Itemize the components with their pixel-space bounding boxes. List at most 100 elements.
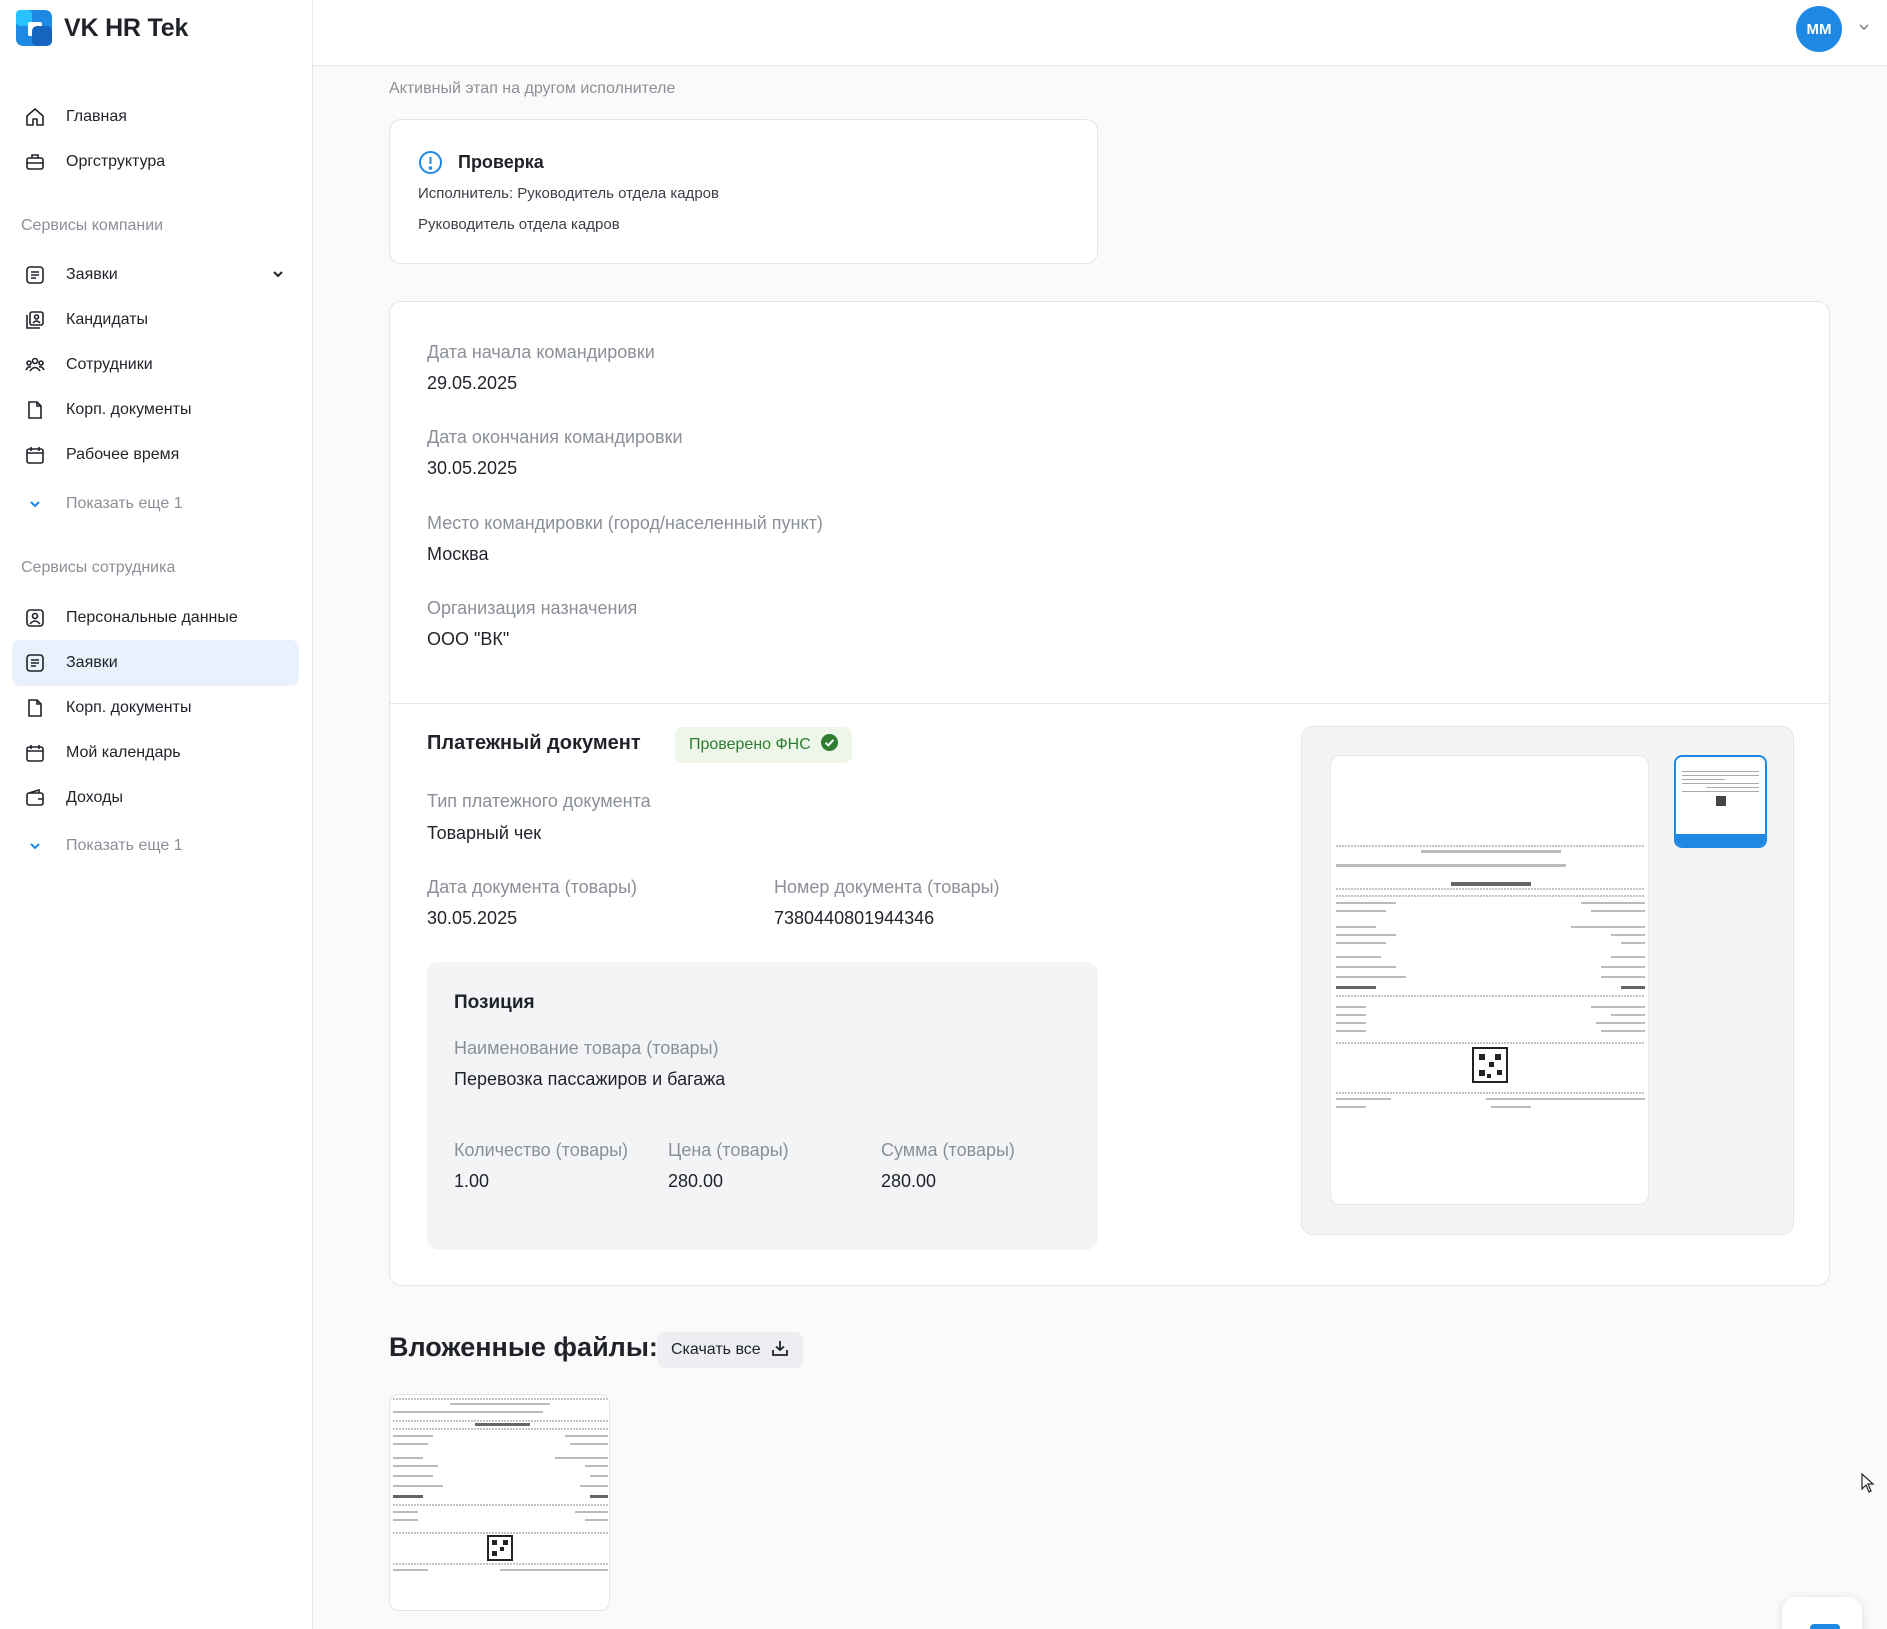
stage-title: Проверка bbox=[458, 152, 544, 172]
doc-date-value: 30.05.2025 bbox=[427, 908, 518, 928]
logo-icon bbox=[16, 10, 52, 46]
position-box: Позиция Наименование товара (товары) Пер… bbox=[427, 962, 1098, 1250]
sidebar-item-label: Оргструктура bbox=[66, 153, 166, 170]
sidebar-item-label: Сотрудники bbox=[66, 356, 153, 373]
calendar-icon bbox=[24, 742, 46, 764]
sidebar-item-label: Мой календарь bbox=[66, 744, 181, 761]
candidates-icon bbox=[24, 309, 46, 331]
stage-role: Руководитель отдела кадров bbox=[418, 216, 620, 233]
chat-widget-button[interactable] bbox=[1782, 1597, 1862, 1629]
person-card-icon bbox=[24, 607, 46, 629]
trip-end-label: Дата окончания командировки bbox=[427, 427, 683, 447]
sidebar-item-corp-docs[interactable]: Корп. документы bbox=[12, 387, 299, 433]
chevron-down-icon[interactable] bbox=[1857, 20, 1871, 39]
trip-org-label: Организация назначения bbox=[427, 598, 638, 618]
doc-type-label: Тип платежного документа bbox=[427, 791, 651, 811]
sum-label: Сумма (товары) bbox=[881, 1140, 1015, 1160]
doc-number-value: 7380440801944346 bbox=[774, 908, 935, 928]
home-icon bbox=[24, 106, 46, 128]
receipt-thumbnail[interactable] bbox=[1674, 755, 1767, 848]
briefcase-icon bbox=[24, 151, 46, 173]
sidebar-item-requests[interactable]: Заявки bbox=[12, 252, 299, 298]
sidebar-item-label: Доходы bbox=[66, 789, 123, 806]
attached-files-title: Вложенные файлы: bbox=[389, 1332, 658, 1362]
download-icon bbox=[771, 1339, 789, 1362]
sidebar: VK HR Tek Главная Оргструктура Сервисы к… bbox=[0, 0, 313, 1629]
top-header: MM bbox=[313, 0, 1887, 66]
stage-card: Проверка Исполнитель: Руководитель отдел… bbox=[389, 119, 1098, 264]
price-label: Цена (товары) bbox=[668, 1140, 789, 1160]
show-more-employee[interactable]: Показать еще 1 bbox=[12, 823, 299, 869]
trip-end-value: 30.05.2025 bbox=[427, 458, 518, 478]
divider bbox=[390, 703, 1829, 704]
show-more-label: Показать еще 1 bbox=[66, 495, 183, 512]
sidebar-item-income[interactable]: Доходы bbox=[12, 775, 299, 821]
sidebar-item-label: Корп. документы bbox=[66, 699, 192, 716]
doc-type-value: Товарный чек bbox=[427, 823, 542, 843]
position-title: Позиция bbox=[454, 992, 535, 1013]
sidebar-item-work-time[interactable]: Рабочее время bbox=[12, 432, 299, 478]
download-all-label: Скачать все bbox=[671, 1341, 761, 1358]
attached-file-thumbnail[interactable] bbox=[389, 1394, 610, 1611]
sidebar-item-orgstructure[interactable]: Оргструктура bbox=[12, 139, 299, 185]
document-icon bbox=[24, 399, 46, 421]
status-badge: Проверено ФНС bbox=[675, 727, 852, 763]
doc-date-label: Дата документа (товары) bbox=[427, 877, 637, 897]
sidebar-item-label: Корп. документы bbox=[66, 401, 192, 418]
sidebar-item-my-corp-docs[interactable]: Корп. документы bbox=[12, 685, 299, 731]
trip-start-label: Дата начала командировки bbox=[427, 342, 655, 362]
trip-org-value: ООО "ВК" bbox=[427, 629, 510, 649]
show-more-company[interactable]: Показать еще 1 bbox=[12, 481, 299, 527]
list-icon bbox=[24, 652, 46, 674]
chat-icon bbox=[1810, 1624, 1840, 1629]
item-name-value: Перевозка пассажиров и багажа bbox=[454, 1069, 726, 1089]
wallet-icon bbox=[24, 787, 46, 809]
stage-executor: Исполнитель: Руководитель отдела кадров bbox=[418, 185, 719, 202]
sidebar-item-label: Заявки bbox=[66, 654, 118, 671]
sidebar-item-label: Главная bbox=[66, 108, 127, 125]
sum-value: 280.00 bbox=[881, 1171, 937, 1191]
trip-place-label: Место командировки (город/населенный пун… bbox=[427, 513, 823, 533]
users-icon bbox=[24, 354, 46, 376]
trip-start-value: 29.05.2025 bbox=[427, 373, 518, 393]
section-label-employee: Сервисы сотрудника bbox=[21, 559, 176, 576]
sidebar-item-label: Кандидаты bbox=[66, 311, 149, 328]
doc-number-label: Номер документа (товары) bbox=[774, 877, 1000, 897]
check-circle-icon bbox=[820, 734, 838, 756]
sidebar-item-home[interactable]: Главная bbox=[12, 94, 299, 140]
show-more-label: Показать еще 1 bbox=[66, 837, 183, 854]
status-badge-label: Проверено ФНС bbox=[689, 736, 811, 753]
sidebar-item-my-requests[interactable]: Заявки bbox=[12, 640, 299, 686]
sidebar-item-label: Рабочее время bbox=[66, 446, 180, 463]
payment-doc-title: Платежный документ bbox=[427, 732, 641, 754]
receipt-image[interactable] bbox=[1330, 755, 1649, 1205]
sidebar-item-employees[interactable]: Сотрудники bbox=[12, 342, 299, 388]
list-icon bbox=[24, 264, 46, 286]
price-value: 280.00 bbox=[668, 1171, 724, 1191]
receipt-preview bbox=[1301, 726, 1794, 1235]
app-title: VK HR Tek bbox=[64, 13, 189, 42]
sidebar-item-label: Персональные данные bbox=[66, 609, 238, 626]
qty-value: 1.00 bbox=[454, 1171, 490, 1191]
thumbnail-selected-indicator bbox=[1676, 834, 1765, 846]
section-label-company: Сервисы компании bbox=[21, 217, 164, 234]
chevron-down-icon bbox=[24, 835, 46, 857]
info-icon bbox=[418, 150, 443, 180]
sidebar-item-personal-data[interactable]: Персональные данные bbox=[12, 595, 299, 641]
avatar[interactable]: MM bbox=[1796, 6, 1842, 52]
trip-details-card: Дата начала командировки 29.05.2025 Дата… bbox=[389, 301, 1830, 1286]
chevron-down-icon[interactable] bbox=[271, 267, 285, 286]
stage-subtitle: Активный этап на другом исполнителе bbox=[389, 80, 676, 97]
calendar-icon bbox=[24, 444, 46, 466]
trip-place-value: Москва bbox=[427, 544, 489, 564]
sidebar-item-my-calendar[interactable]: Мой календарь bbox=[12, 730, 299, 776]
chevron-down-icon bbox=[24, 493, 46, 515]
qty-label: Количество (товары) bbox=[454, 1140, 629, 1160]
document-icon bbox=[24, 697, 46, 719]
sidebar-item-candidates[interactable]: Кандидаты bbox=[12, 297, 299, 343]
mouse-cursor-icon bbox=[1861, 1472, 1875, 1498]
sidebar-item-label: Заявки bbox=[66, 266, 118, 283]
logo[interactable]: VK HR Tek bbox=[16, 10, 188, 46]
item-name-label: Наименование товара (товары) bbox=[454, 1038, 719, 1058]
download-all-button[interactable]: Скачать все bbox=[657, 1332, 803, 1368]
